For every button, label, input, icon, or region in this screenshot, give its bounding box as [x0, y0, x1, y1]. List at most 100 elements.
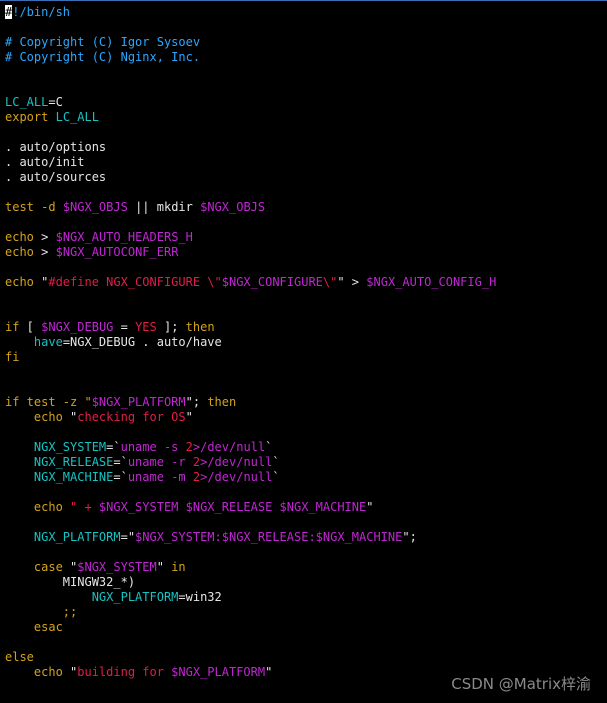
code-token-default: " [33, 275, 49, 289]
code-token-string: 2 [192, 470, 201, 484]
code-token-keyword: then [185, 320, 215, 334]
code-token-keyword: if [5, 395, 20, 409]
code-token-variable: $NGX_AUTO_HEADERS_H [55, 230, 193, 244]
code-token-keyword: echo [5, 410, 63, 424]
code-token-assign: NGX_MACHINE [5, 470, 114, 484]
code-token-default: ` [272, 455, 280, 469]
code-line: if test -z "$NGX_PLATFORM"; then [5, 395, 496, 410]
code-line: . auto/options [5, 140, 496, 155]
code-token-default: . auto/init [5, 155, 85, 169]
code-line: echo "#define NGX_CONFIGURE \"$NGX_CONFI… [5, 275, 496, 290]
code-line: LC_ALL=C [5, 95, 496, 110]
code-token-default: ` [265, 440, 273, 454]
code-token-default: " [366, 500, 374, 514]
code-token-keyword: -d [33, 200, 63, 214]
code-token-assign: NGX_PLATFORM [5, 590, 179, 604]
code-token-default: " [185, 410, 193, 424]
code-token-default: " [265, 665, 273, 679]
code-token-default: > [33, 245, 56, 259]
code-token-keyword: echo [5, 500, 63, 514]
code-line: ;; [5, 605, 496, 620]
code-token-default: "; [185, 395, 208, 409]
code-token-default: ` [272, 470, 280, 484]
code-token-string: 2 [185, 440, 193, 454]
code-token-default: " [62, 665, 78, 679]
code-line: echo "building for $NGX_PLATFORM" [5, 665, 496, 680]
code-token-assign: NGX_RELEASE [5, 455, 114, 469]
code-token-keyword: case [5, 560, 63, 574]
code-line: fi [5, 350, 496, 365]
code-token-assign: LC_ALL [5, 95, 49, 109]
code-token-default: " [62, 560, 78, 574]
code-token-variable: >/dev/null [200, 455, 273, 469]
code-token-keyword: test [5, 200, 34, 214]
code-token-default: MINGW32_*) [5, 575, 136, 589]
code-line: have=NGX_DEBUG . auto/have [5, 335, 496, 350]
code-token-variable: $NGX_CONFIGURE [221, 275, 323, 289]
code-token-default: =` [113, 470, 128, 484]
code-token-default: > [33, 230, 56, 244]
code-line: # Copyright (C) Nginx, Inc. [5, 50, 496, 65]
code-line: else [5, 650, 496, 665]
code-line: # Copyright (C) Igor Sysoev [5, 35, 496, 50]
code-token-keyword: echo [5, 665, 63, 679]
code-token-default: " [156, 560, 172, 574]
code-editor[interactable]: #!/bin/sh # Copyright (C) Igor Sysoev # C… [5, 5, 496, 680]
code-token-keyword: echo [5, 230, 34, 244]
code-token-variable: >/dev/null [200, 470, 273, 484]
code-token-keyword: export [5, 110, 49, 124]
code-token-comment: # Copyright (C) Igor Sysoev [5, 35, 201, 49]
code-token-keyword: then [207, 395, 237, 409]
code-token-string: building for [77, 665, 172, 679]
code-token-variable: uname -s [120, 440, 186, 454]
code-token-default: " [62, 410, 78, 424]
code-token-keyword: echo [5, 245, 34, 259]
code-token-keyword: ;; [5, 605, 78, 619]
code-token-default [5, 335, 34, 349]
code-line: #!/bin/sh [5, 5, 496, 20]
code-token-default: . auto/sources [5, 170, 107, 184]
code-token-variable: uname -m [127, 470, 193, 484]
code-token-assign: LC_ALL [55, 110, 99, 124]
code-token-variable: >/dev/null [192, 440, 266, 454]
code-token-keyword: in [171, 560, 186, 574]
code-token-variable: $NGX_SYSTEM [77, 560, 157, 574]
code-line: NGX_SYSTEM=`uname -s 2>/dev/null` [5, 440, 496, 455]
code-token-variable: $NGX_OBJS [200, 200, 266, 214]
code-token-default: || mkdir [127, 200, 201, 214]
watermark: CSDN @Matrix梓渝 [451, 675, 591, 693]
code-line: echo " + $NGX_SYSTEM $NGX_RELEASE $NGX_M… [5, 500, 496, 515]
code-token-default: "; [402, 530, 417, 544]
code-token-default: ]; [156, 320, 186, 334]
code-token-string: " + [62, 500, 99, 514]
code-token-default: =" [120, 530, 136, 544]
code-token-variable: $NGX_SYSTEM:$NGX_RELEASE:$NGX_MACHINE [135, 530, 403, 544]
code-token-default: =NGX_DEBUG . auto/have [62, 335, 222, 349]
code-line: export LC_ALL [5, 110, 496, 125]
code-token-assign: have [33, 335, 63, 349]
code-line: MINGW32_*) [5, 575, 496, 590]
code-line: esac [5, 620, 496, 635]
code-token-default: =win32 [178, 590, 222, 604]
code-token-default [48, 110, 55, 124]
code-token-variable: $NGX_PLATFORM [171, 665, 266, 679]
code-token-default: = [113, 320, 136, 334]
code-line: test -d $NGX_OBJS || mkdir $NGX_OBJS [5, 200, 496, 215]
code-token-default: [ [19, 320, 42, 334]
code-token-variable: $NGX_PLATFORM [91, 395, 186, 409]
code-token-assign: NGX_SYSTEM [5, 440, 107, 454]
code-token-string: \" [322, 275, 338, 289]
terminal-window[interactable]: #!/bin/sh # Copyright (C) Igor Sysoev # C… [0, 0, 607, 703]
code-token-keyword: esac [5, 620, 63, 634]
window-top-border [0, 0, 607, 1]
